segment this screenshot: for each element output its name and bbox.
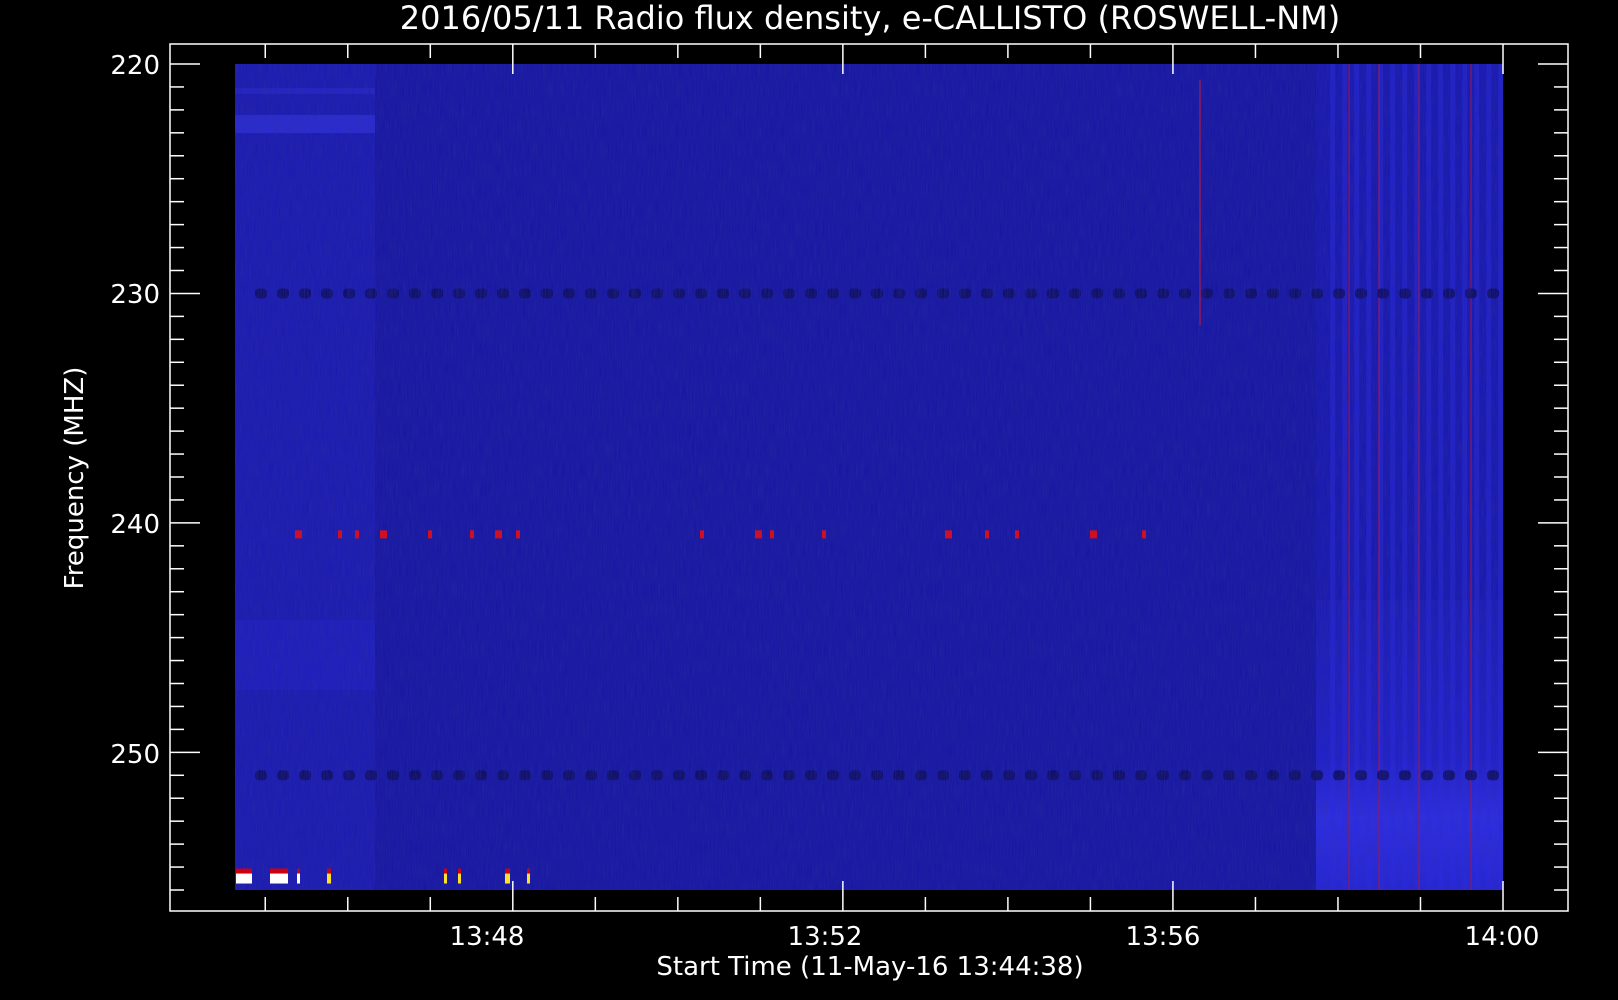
red-blip bbox=[985, 530, 989, 539]
x-tick-label-1400: 14:00 bbox=[1465, 922, 1540, 952]
red-blip bbox=[1015, 530, 1019, 539]
x-axis-title: Start Time (11-May-16 13:44:38) bbox=[656, 952, 1083, 982]
x-tick-label-1356: 13:56 bbox=[1126, 922, 1201, 952]
red-blip bbox=[755, 530, 762, 539]
red-burst-edge bbox=[458, 868, 461, 874]
red-blip bbox=[700, 530, 704, 539]
red-blip bbox=[495, 530, 502, 539]
red-burst-edge bbox=[297, 868, 300, 874]
red-burst-edge bbox=[444, 868, 447, 874]
red-blip bbox=[770, 530, 774, 539]
red-blip bbox=[1142, 530, 1146, 539]
x-tick-label-1348: 13:48 bbox=[450, 922, 525, 952]
bright-burst bbox=[236, 873, 252, 884]
y-tick-label-230: 230 bbox=[110, 280, 160, 310]
red-blip bbox=[338, 530, 342, 539]
y-tick-label-240: 240 bbox=[110, 510, 160, 540]
bright-burst bbox=[297, 873, 300, 884]
bright-burst bbox=[444, 873, 447, 884]
bright-burst bbox=[270, 873, 288, 884]
bright-burst bbox=[458, 873, 461, 884]
red-burst-edge bbox=[270, 868, 288, 874]
red-burst-edge bbox=[236, 868, 252, 874]
red-burst-edge bbox=[327, 868, 331, 874]
y-axis-title: Frequency (MHZ) bbox=[60, 367, 90, 590]
red-burst-edge bbox=[527, 868, 530, 874]
red-burst-edge bbox=[505, 868, 510, 874]
red-blip bbox=[470, 530, 474, 539]
bright-burst bbox=[327, 873, 331, 884]
y-tick-label-220: 220 bbox=[110, 51, 160, 81]
bright-burst bbox=[527, 873, 530, 884]
chart-title: 2016/05/11 Radio flux density, e-CALLIST… bbox=[400, 0, 1340, 37]
spectrogram-figure: 2016/05/11 Radio flux density, e-CALLIST… bbox=[60, 0, 1569, 982]
red-blip bbox=[428, 530, 432, 539]
red-blip bbox=[380, 530, 387, 539]
red-blip bbox=[516, 530, 520, 539]
red-blip bbox=[822, 530, 826, 539]
bright-burst bbox=[505, 873, 510, 884]
spectrogram-image bbox=[235, 64, 1504, 890]
y-tick-label-250: 250 bbox=[110, 740, 160, 770]
red-blip bbox=[295, 530, 302, 539]
red-blip bbox=[945, 530, 952, 539]
red-blip bbox=[355, 530, 359, 539]
red-blip bbox=[1090, 530, 1097, 539]
x-tick-label-1352: 13:52 bbox=[788, 922, 863, 952]
